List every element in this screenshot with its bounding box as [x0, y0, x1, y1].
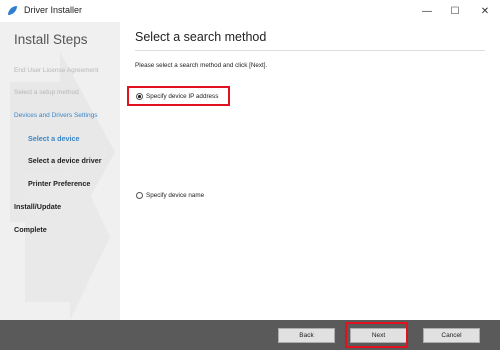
sidebar-title: Install Steps: [14, 32, 88, 47]
step-install-update: Install/Update: [14, 202, 62, 211]
app-icon: [8, 6, 17, 15]
close-button[interactable]: ✕: [470, 0, 500, 22]
install-steps-sidebar: Install Steps End User License Agreement…: [0, 22, 120, 320]
step-end-user-license-agreement: End User License Agreement: [14, 67, 99, 74]
radio-unchecked-icon: [136, 192, 143, 199]
page-title: Select a search method: [135, 30, 267, 44]
cancel-button[interactable]: Cancel: [423, 328, 480, 343]
radio-label-ip-address: Specify device IP address: [146, 93, 219, 100]
main-content: Select a search method Please select a s…: [120, 22, 500, 320]
next-button-highlight: [345, 322, 408, 348]
minimize-button[interactable]: —: [414, 0, 440, 22]
radio-checked-icon: [136, 93, 143, 100]
footer-bar: Back Next Cancel: [0, 320, 500, 350]
back-button[interactable]: Back: [278, 328, 335, 343]
instruction-text: Please select a search method and click …: [135, 62, 268, 69]
driver-installer-window: Driver Installer — ☐ ✕ Install Steps End…: [0, 0, 500, 350]
step-select-a-device-driver: Select a device driver: [28, 156, 102, 165]
close-icon: ✕: [480, 5, 490, 17]
maximize-icon: ☐: [450, 5, 460, 17]
radio-label-device-name: Specify device name: [146, 192, 205, 199]
step-select-a-device: Select a device: [28, 134, 80, 143]
maximize-button[interactable]: ☐: [442, 0, 468, 22]
title-bar: Driver Installer — ☐ ✕: [0, 0, 500, 23]
radio-specify-device-name[interactable]: Specify device name: [136, 192, 204, 199]
radio-specify-device-ip-address[interactable]: Specify device IP address: [136, 93, 218, 100]
window-title: Driver Installer: [24, 5, 83, 15]
title-divider: [135, 50, 485, 51]
step-select-a-setup-method: Select a setup method: [14, 89, 79, 96]
step-printer-preference: Printer Preference: [28, 179, 91, 188]
minimize-icon: —: [422, 5, 432, 17]
step-devices-and-drivers-settings: Devices and Drivers Settings: [14, 112, 98, 119]
step-complete: Complete: [14, 225, 47, 234]
